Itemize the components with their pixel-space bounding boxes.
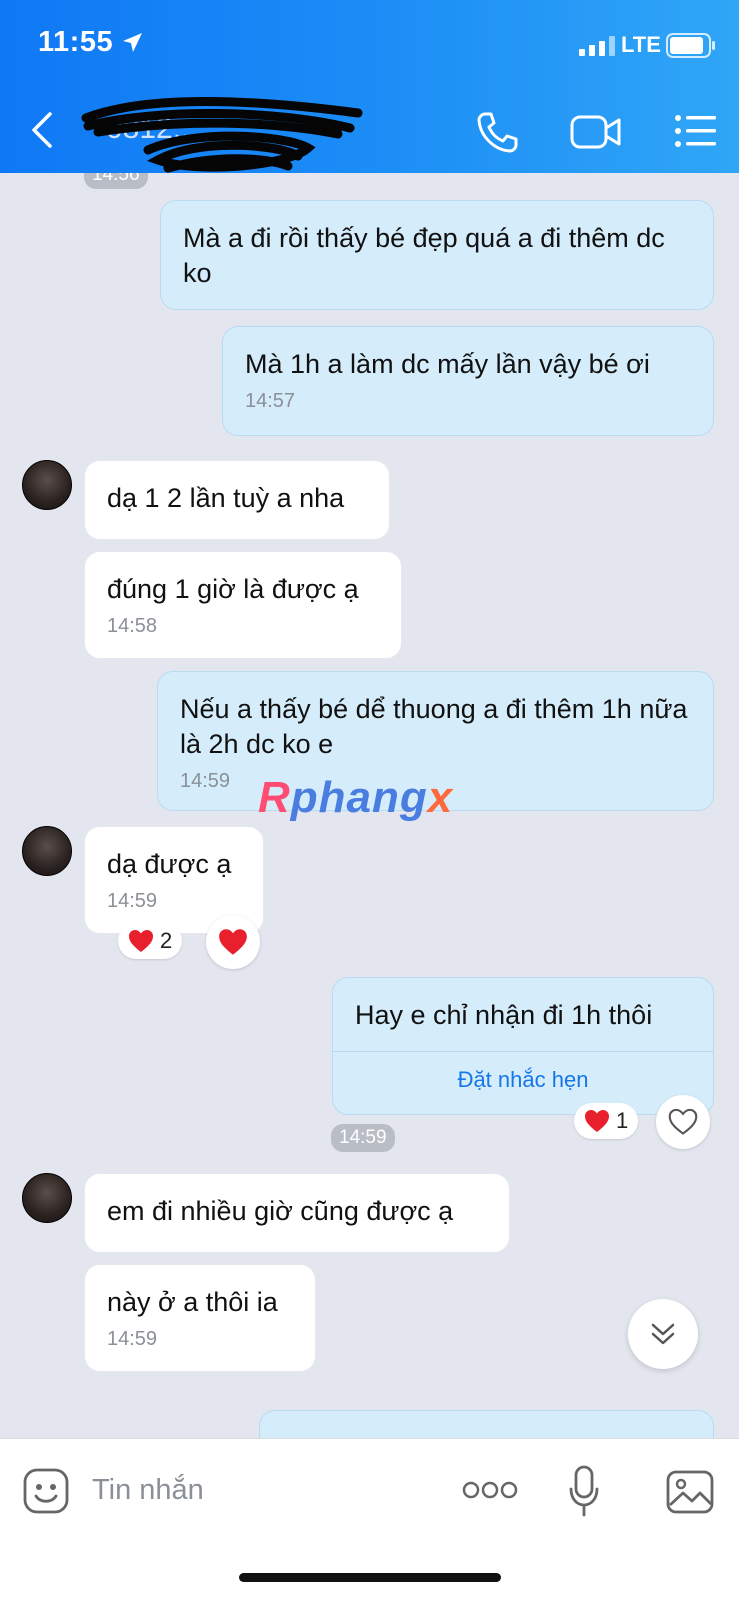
message-bubble-incoming[interactable]: này ở a thôi ia 14:59 (84, 1264, 316, 1372)
message-text: dạ 1 2 lần tuỳ a nha (107, 483, 345, 513)
reaction-count[interactable]: 1 (574, 1103, 639, 1139)
avatar[interactable] (22, 1173, 72, 1223)
home-indicator[interactable] (239, 1573, 501, 1582)
message-bubble-incoming[interactable]: dạ 1 2 lần tuỳ a nha (84, 460, 390, 540)
message-text: này ở a thôi ia (107, 1287, 278, 1317)
menu-icon[interactable] (674, 113, 716, 149)
message-bubble-outgoing-partial[interactable] (259, 1410, 714, 1438)
time-divider: 14:56 (84, 173, 148, 189)
message-text: Mà 1h a làm dc mấy lần vậy bé ơi (245, 349, 650, 379)
message-list[interactable]: 14:56 Mà a đi rồi thấy bé đẹp quá a đi t… (0, 173, 739, 1438)
watermark-logo: Rphangx (258, 773, 454, 822)
battery-icon (666, 33, 715, 58)
image-icon[interactable] (665, 1469, 715, 1515)
heart-icon (129, 930, 153, 952)
message-text: em đi nhiều giờ cũng được ạ (107, 1196, 454, 1226)
avatar[interactable] (22, 826, 72, 876)
location-icon (123, 33, 142, 52)
react-button[interactable] (656, 1095, 710, 1149)
heart-icon (585, 1110, 609, 1132)
message-text: dạ được ạ (107, 849, 232, 879)
message-text: Mà a đi rồi thấy bé đẹp quá a đi thêm dc… (183, 223, 665, 288)
message-text: Nếu a thấy bé dể thuong a đi thêm 1h nữa… (180, 694, 688, 759)
message-time: 14:59 (107, 1328, 158, 1350)
message-bubble-outgoing[interactable]: Mà a đi rồi thấy bé đẹp quá a đi thêm dc… (160, 200, 714, 310)
back-icon[interactable] (28, 110, 58, 150)
message-bubble-outgoing[interactable]: Mà 1h a làm dc mấy lần vậy bé ơi 14:57 (222, 326, 714, 436)
heart-icon (219, 929, 247, 955)
status-time: 11:55 (38, 26, 114, 58)
message-bubble-outgoing[interactable]: Hay e chỉ nhận đi 1h thôi Đặt nhắc hẹn (332, 977, 714, 1115)
message-time: 14:59 (107, 890, 158, 912)
message-time: 14:58 (107, 615, 158, 637)
message-input[interactable] (92, 1465, 422, 1515)
heart-outline-icon (668, 1108, 698, 1135)
set-reminder-link[interactable]: Đặt nhắc hẹn (333, 1051, 713, 1108)
message-bubble-incoming[interactable]: đúng 1 giờ là được ạ 14:58 (84, 551, 402, 659)
time-divider: 14:59 (331, 1124, 395, 1152)
double-chevron-down-icon (651, 1323, 675, 1345)
message-text: đúng 1 giờ là được ạ (107, 574, 359, 604)
chat-header: 11:55 LTE 0812... (0, 0, 739, 173)
scroll-to-bottom-button[interactable] (628, 1299, 698, 1369)
message-bubble-incoming[interactable]: em đi nhiều giờ cũng được ạ (84, 1173, 510, 1253)
reaction-count[interactable]: 2 (118, 923, 183, 959)
message-text: Hay e chỉ nhận đi 1h thôi (355, 1000, 653, 1030)
redaction-scribble (81, 97, 363, 173)
network-label: LTE (621, 32, 661, 57)
signal-icon (579, 36, 615, 56)
mic-icon[interactable] (568, 1465, 600, 1517)
reaction-count-value: 2 (160, 928, 173, 953)
call-icon[interactable] (476, 111, 518, 153)
more-icon[interactable] (462, 1479, 518, 1501)
react-button[interactable] (206, 915, 260, 969)
reaction-count-value: 1 (616, 1108, 629, 1133)
avatar[interactable] (22, 460, 72, 510)
video-call-icon[interactable] (570, 114, 622, 150)
sticker-icon[interactable] (22, 1467, 70, 1515)
message-time: 14:57 (245, 390, 296, 412)
